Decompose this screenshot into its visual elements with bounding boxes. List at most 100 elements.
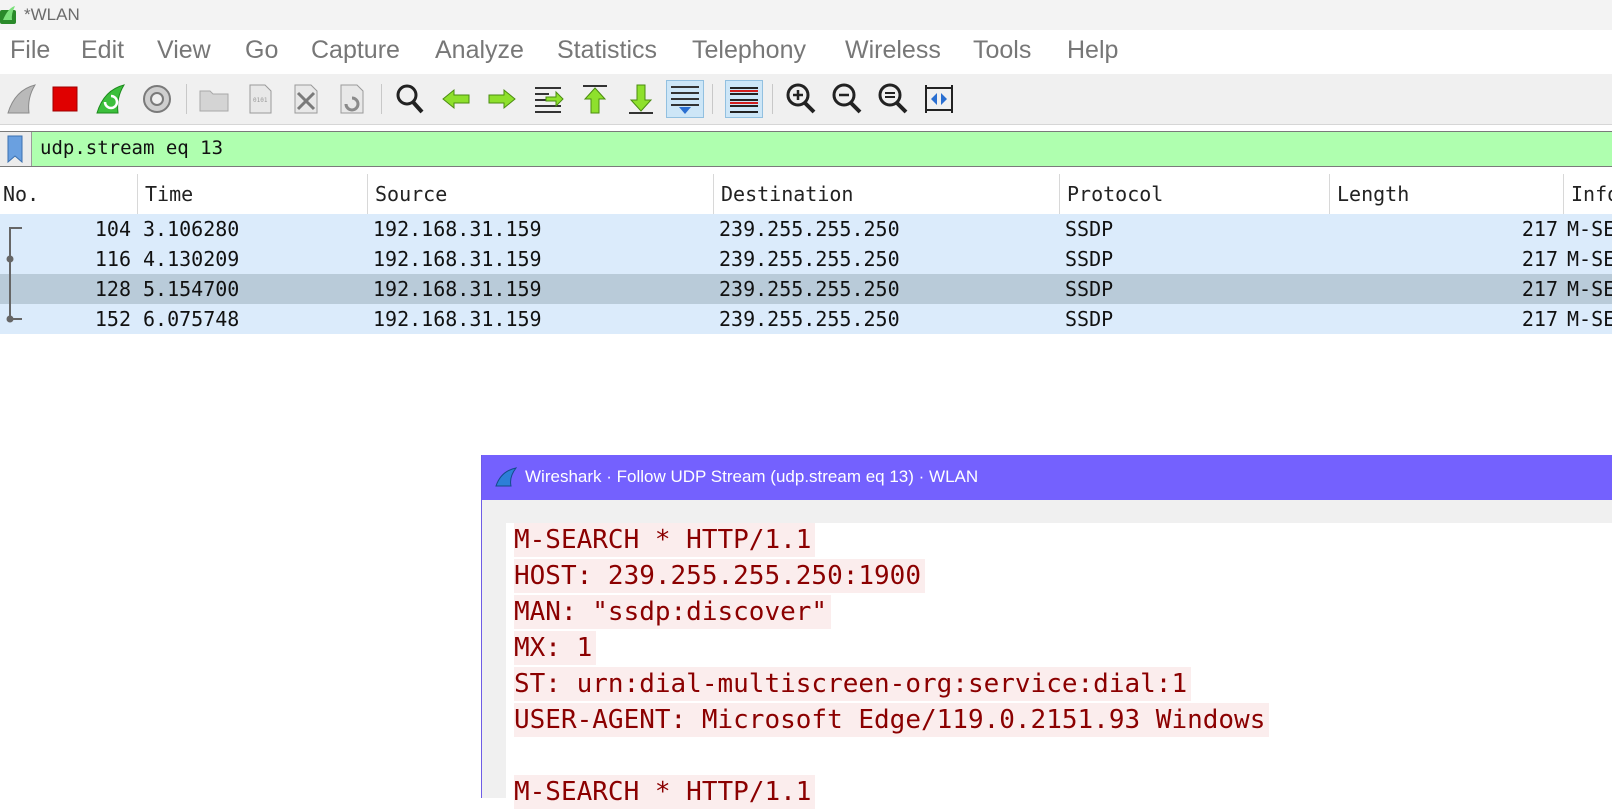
packet-length: 217	[1521, 277, 1558, 301]
packet-info: M-SEARCH * HTTP/1.1	[1567, 277, 1612, 301]
go-to-packet-icon[interactable]	[530, 80, 568, 118]
toolbar-separator	[381, 84, 382, 114]
packet-length: 217	[1521, 217, 1558, 241]
menu-wireless[interactable]: Wireless	[845, 36, 941, 65]
toolbar-separator	[712, 84, 713, 114]
packet-source: 192.168.31.159	[373, 217, 542, 241]
column-header-destination[interactable]: Destination	[713, 174, 1059, 214]
menu-help[interactable]: Help	[1067, 36, 1118, 65]
column-header-length[interactable]: Length	[1329, 174, 1563, 214]
menu-file[interactable]: File	[10, 36, 50, 65]
stream-line: M-SEARCH * HTTP/1.1	[514, 523, 816, 557]
dialog-title: Wireshark · Follow UDP Stream (udp.strea…	[525, 467, 979, 486]
packet-row[interactable]: 104 3.106280 192.168.31.159 239.255.255.…	[0, 214, 1612, 244]
packet-protocol: SSDP	[1065, 247, 1114, 271]
zoom-in-icon[interactable]	[782, 80, 820, 118]
follow-udp-stream-dialog: Wireshark · Follow UDP Stream (udp.strea…	[481, 455, 1612, 809]
normal-size-icon[interactable]	[874, 80, 912, 118]
packet-time: 6.075748	[143, 307, 240, 331]
packet-protocol: SSDP	[1065, 217, 1114, 241]
conversation-end-icon	[6, 304, 22, 323]
menu-statistics[interactable]: Statistics	[557, 36, 657, 65]
packet-source: 192.168.31.159	[373, 277, 542, 301]
close-file-icon[interactable]	[287, 80, 325, 118]
packet-no: 128	[94, 277, 131, 301]
conversation-middle-icon	[6, 244, 14, 274]
packet-no: 152	[94, 307, 131, 331]
autoscroll-icon[interactable]	[666, 80, 704, 118]
capture-options-icon[interactable]	[138, 80, 176, 118]
column-header-source[interactable]: Source	[367, 174, 713, 214]
packet-row[interactable]: 152 6.075748 192.168.31.159 239.255.255.…	[0, 304, 1612, 334]
packet-time: 5.154700	[143, 277, 240, 301]
stop-capture-icon[interactable]	[46, 80, 84, 118]
packet-protocol: SSDP	[1065, 277, 1114, 301]
stream-line: USER-AGENT: Microsoft Edge/119.0.2151.93…	[514, 703, 1270, 737]
start-capture-icon[interactable]	[3, 80, 41, 118]
packet-destination: 239.255.255.250	[719, 307, 900, 331]
packet-info: M-SEARCH * HTTP/1.1	[1567, 217, 1612, 241]
last-packet-icon[interactable]	[622, 80, 660, 118]
stream-line: ST: urn:dial-multiscreen-org:service:dia…	[514, 667, 1192, 701]
svg-text:0101: 0101	[253, 97, 268, 104]
menu-analyze[interactable]: Analyze	[435, 36, 524, 65]
packet-info: M-SEARCH * HTTP/1.1	[1567, 247, 1612, 271]
packet-destination: 239.255.255.250	[719, 247, 900, 271]
stream-line: MAN: "ssdp:discover"	[514, 595, 832, 629]
menu-capture[interactable]: Capture	[311, 36, 400, 65]
stream-line: HOST: 239.255.255.250:1900	[514, 559, 925, 593]
column-header-info[interactable]: Info	[1563, 174, 1612, 214]
packet-length: 217	[1521, 247, 1558, 271]
conversation-middle-icon	[9, 274, 11, 304]
toolbar-separator	[186, 84, 187, 114]
packet-destination: 239.255.255.250	[719, 217, 900, 241]
wireshark-app-icon	[0, 6, 16, 24]
packet-list-header: No. Time Source Destination Protocol Len…	[0, 174, 1612, 214]
packet-row-selected[interactable]: 128 5.154700 192.168.31.159 239.255.255.…	[0, 274, 1612, 304]
packet-row[interactable]: 116 4.130209 192.168.31.159 239.255.255.…	[0, 244, 1612, 274]
save-file-icon[interactable]: 0101	[241, 80, 279, 118]
packet-no: 104	[94, 217, 131, 241]
column-header-no[interactable]: No.	[0, 174, 137, 214]
packet-source: 192.168.31.159	[373, 307, 542, 331]
window-title: *WLAN	[24, 5, 80, 24]
packet-time: 3.106280	[143, 217, 240, 241]
packet-time: 4.130209	[143, 247, 240, 271]
toolbar-separator	[772, 84, 773, 114]
column-header-time[interactable]: Time	[137, 174, 367, 214]
menu-view[interactable]: View	[157, 36, 211, 65]
packet-source: 192.168.31.159	[373, 247, 542, 271]
conversation-start-icon	[9, 227, 22, 244]
colorize-icon[interactable]	[725, 80, 763, 118]
go-back-icon[interactable]	[437, 80, 475, 118]
menu-bar: File Edit View Go Capture Analyze Statis…	[0, 30, 1612, 74]
wireshark-fin-icon	[495, 467, 517, 487]
main-toolbar: 0101	[0, 74, 1612, 125]
resize-columns-icon[interactable]	[920, 80, 958, 118]
window-title-bar: *WLAN	[0, 0, 1612, 30]
display-filter-bar	[0, 131, 1612, 167]
go-forward-icon[interactable]	[483, 80, 521, 118]
open-file-icon[interactable]	[195, 80, 233, 118]
menu-edit[interactable]: Edit	[81, 36, 124, 65]
packet-length: 217	[1521, 307, 1558, 331]
packet-no: 116	[94, 247, 131, 271]
stream-line: M-SEARCH * HTTP/1.1	[514, 775, 816, 809]
restart-capture-icon[interactable]	[92, 80, 130, 118]
menu-tools[interactable]: Tools	[973, 36, 1031, 65]
first-packet-icon[interactable]	[576, 80, 614, 118]
find-packet-icon[interactable]	[391, 80, 429, 118]
menu-go[interactable]: Go	[245, 36, 278, 65]
menu-telephony[interactable]: Telephony	[692, 36, 806, 65]
column-header-protocol[interactable]: Protocol	[1059, 174, 1329, 214]
stream-content-area[interactable]: M-SEARCH * HTTP/1.1 HOST: 239.255.255.25…	[506, 523, 1612, 809]
packet-destination: 239.255.255.250	[719, 277, 900, 301]
packet-protocol: SSDP	[1065, 307, 1114, 331]
dialog-title-bar[interactable]: Wireshark · Follow UDP Stream (udp.strea…	[482, 455, 1612, 500]
filter-bookmark-icon[interactable]	[0, 132, 32, 166]
stream-line: MX: 1	[514, 631, 597, 665]
packet-info: M-SEARCH * HTTP/1.1	[1567, 307, 1612, 331]
reload-file-icon[interactable]	[333, 80, 371, 118]
zoom-out-icon[interactable]	[828, 80, 866, 118]
display-filter-input[interactable]	[40, 137, 1540, 159]
